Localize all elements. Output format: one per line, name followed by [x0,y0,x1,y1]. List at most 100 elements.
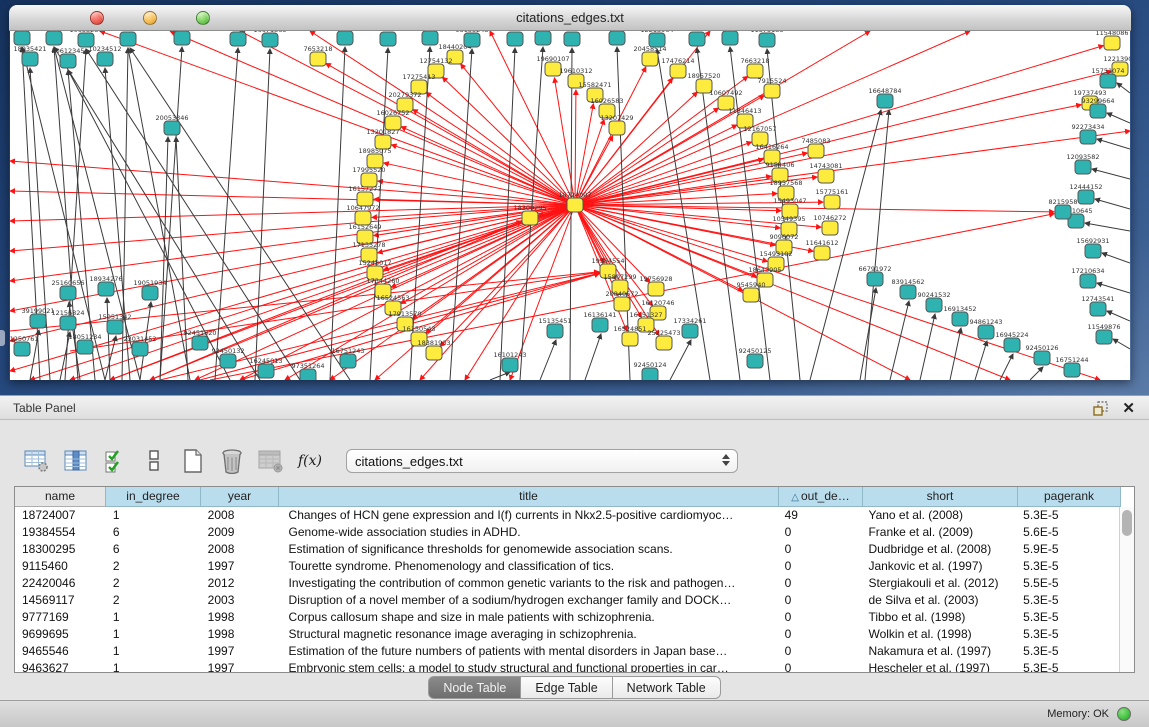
graph-node[interactable]: 14743081 [809,162,842,183]
citation-edge-red[interactable] [575,90,576,205]
citation-edge-red[interactable] [10,205,575,311]
citation-edge-red[interactable] [392,145,575,205]
select-column-icon[interactable] [63,448,89,474]
citation-edge-black[interactable] [30,68,50,380]
graph-node[interactable]: 11575138 [750,31,783,47]
graph-node[interactable]: 18381903 [417,339,450,360]
new-table-icon[interactable] [180,448,206,474]
citation-edge-black[interactable] [975,341,987,380]
citation-edge-black[interactable] [865,110,889,380]
citation-edge-black[interactable] [670,340,691,380]
citation-edge-red[interactable] [378,181,575,205]
graph-node[interactable]: 92450125 [738,347,771,368]
graph-node[interactable]: 16157277 [348,185,381,206]
graph-node[interactable]: 16245013 [249,357,282,378]
graph-node[interactable]: 92273434 [1071,123,1104,144]
graph-node[interactable]: 17210634 [1071,267,1104,288]
graph-node[interactable]: 10647972 [346,204,379,225]
network-graph[interactable]: 1872400718440204127541321727541320279372… [10,31,1130,380]
citation-edge-black[interactable] [1113,339,1130,349]
graph-node[interactable]: 94661604 [165,31,198,45]
graph-node[interactable]: 19051934 [133,279,166,300]
citation-edge-black[interactable] [1092,169,1130,179]
graph-node[interactable]: 15775161 [815,188,848,209]
citation-edge-black[interactable] [1117,83,1130,93]
panel-edge-handle[interactable] [0,330,5,346]
table-row[interactable]: 911546021997Tourette syndrome. Phenomeno… [15,558,1119,575]
citation-edge-black[interactable] [1000,354,1013,380]
citation-edge-red[interactable] [575,104,593,205]
table-row[interactable]: 977716911998Corpus callosum shape and si… [15,609,1119,626]
table-selector-dropdown[interactable]: citations_edges.txt [346,449,738,473]
graph-node[interactable]: 15692931 [1076,237,1109,258]
citation-edge-black[interactable] [950,328,961,380]
graph-node[interactable]: 20840672 [605,290,638,311]
graph-node[interactable]: 16136141 [583,311,616,332]
column-header-out_degree[interactable]: △out_de… [779,487,863,507]
graph-node[interactable]: 15051342 [98,313,131,334]
citation-edge-black[interactable] [1102,253,1130,263]
citation-edge-red[interactable] [575,205,1054,212]
citation-edge-red[interactable] [426,92,575,205]
graph-node[interactable]: 12156824 [51,309,84,330]
graph-node[interactable]: 10746272 [813,214,846,235]
graph-node[interactable]: 97351264 [291,362,324,380]
citation-edge-black[interactable] [160,47,182,380]
citation-edge-black[interactable] [1107,311,1130,321]
graph-node[interactable]: 16671365 [253,31,286,47]
citation-edge-red[interactable] [575,46,1103,205]
memory-ok-led-icon[interactable] [1117,707,1131,721]
table-row[interactable]: 946554611997Estimation of the future num… [15,643,1119,660]
graph-node[interactable]: 11548086 [1095,31,1128,50]
graph-node[interactable]: 39199021 [21,307,54,328]
graph-node[interactable]: 25160656 [51,279,84,300]
citation-edge-black[interactable] [22,47,40,380]
graph-node[interactable]: 10653284 [371,31,404,46]
citation-edge-black[interactable] [1097,283,1130,293]
citation-edge-black[interactable] [860,288,876,380]
graph-node[interactable]: 81630431 [328,31,361,45]
graph-node[interactable]: 12743541 [1081,295,1114,316]
graph-node[interactable]: 25225473 [647,329,680,350]
citation-edge-red[interactable] [575,71,1111,205]
graph-node[interactable]: 16648784 [868,87,901,108]
citation-edge-black[interactable] [1097,139,1130,149]
graph-node[interactable]: 16751243 [331,347,364,368]
table-vertical-scrollbar[interactable] [1119,507,1134,672]
tab-network-table[interactable]: Network Table [613,676,721,699]
scrollbar-thumb[interactable] [1122,510,1132,536]
graph-node[interactable]: 11544083 [600,31,633,45]
graph-node[interactable]: 7663218 [741,57,770,78]
graph-node[interactable]: 23031452 [123,335,156,356]
citation-edge-red[interactable] [575,142,752,205]
citation-edge-black[interactable] [585,334,601,380]
graph-node[interactable]: 92450126 [1025,344,1058,365]
float-panel-icon[interactable] [1092,400,1109,417]
graph-node[interactable]: 16648781 [713,31,746,45]
column-header-name[interactable]: name [15,487,106,507]
table-row[interactable]: 969969511998Structural magnetic resonanc… [15,626,1119,643]
graph-node[interactable]: 20691406 [37,31,70,45]
graph-node[interactable]: 16945224 [995,331,1028,352]
graph-node[interactable]: 66791972 [858,265,891,286]
citation-edge-red[interactable] [10,205,575,221]
citation-edge-black[interactable] [540,340,556,380]
citation-edge-black[interactable] [215,48,238,380]
graph-node[interactable]: 13207429 [600,114,633,135]
citation-edge-black[interactable] [1107,113,1130,123]
citation-edge-black[interactable] [330,47,345,380]
citation-edge-black[interactable] [128,48,190,380]
select-all-icon[interactable] [102,448,128,474]
graph-node[interactable]: 15276072 [111,31,144,46]
citation-edge-red[interactable] [10,205,575,341]
network-window-titlebar[interactable]: citations_edges.txt [9,5,1131,31]
graph-node[interactable]: 81302742 [555,31,588,46]
graph-node[interactable]: 15135451 [538,317,571,338]
citation-edge-black[interactable] [1085,223,1130,231]
tab-edge-table[interactable]: Edge Table [521,676,612,699]
graph-node[interactable]: 7653218 [304,45,333,66]
citation-edge-red[interactable] [110,221,522,380]
close-panel-icon[interactable]: ✕ [1122,399,1135,417]
graph-node[interactable]: 91250761 [10,335,39,356]
graph-node[interactable]: 16026752 [376,109,409,130]
